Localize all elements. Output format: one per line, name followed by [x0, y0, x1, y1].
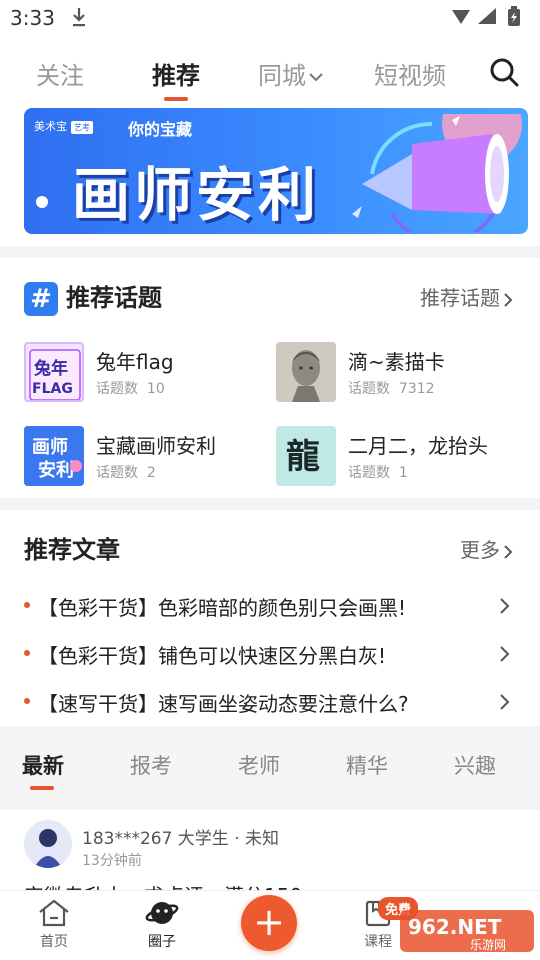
topic-thumb-graphic: 龍	[276, 426, 336, 486]
article-item[interactable]: 【速写干货】速写画坐姿动态要注意什么?	[24, 682, 516, 722]
topics-more-link[interactable]: 推荐话题	[420, 282, 516, 311]
topic-item[interactable]: 兔年 FLAG 兔年flag 话题数 10	[24, 342, 264, 404]
topic-count: 话题数 7312	[348, 381, 435, 397]
topic-thumbnail: 龍	[276, 426, 336, 486]
bottom-nav: 首页 圈子 + 课程 免费 962.NET 乐游网	[0, 890, 540, 960]
bullet-dot	[24, 650, 30, 656]
article-title: 【速写干货】速写画坐姿动态要注意什么?	[38, 692, 409, 716]
topic-count: 话题数 1	[348, 465, 408, 481]
tab-active-indicator	[30, 786, 54, 790]
section-divider	[0, 246, 540, 258]
banner-brand-tag: 艺考	[71, 120, 93, 134]
system-status-icons	[452, 6, 520, 26]
article-title: 【色彩干货】色彩暗部的颜色别只会画黑!	[38, 596, 407, 620]
topic-name: 二月二，龙抬头	[348, 434, 488, 458]
banner-brand: 美术宝 艺考	[34, 118, 93, 134]
topic-thumb-text: 龍	[286, 437, 320, 477]
topic-thumbnail: 兔年 FLAG	[24, 342, 84, 402]
avatar[interactable]	[24, 820, 72, 868]
tab-featured[interactable]: 精华	[346, 750, 388, 780]
chevron-right-icon	[500, 598, 510, 614]
tab-exam[interactable]: 报考	[130, 750, 172, 780]
topic-item[interactable]: 滴~素描卡 话题数 7312	[276, 342, 516, 404]
home-icon	[39, 899, 69, 927]
topic-thumb-text: FLAG	[32, 381, 73, 397]
banner-subtitle: 你的宝藏	[128, 120, 193, 139]
tab-active-indicator	[164, 97, 188, 101]
battery-icon	[508, 6, 520, 26]
article-item[interactable]: 【色彩干货】色彩暗部的颜色别只会画黑!	[24, 586, 516, 626]
bullet-dot	[24, 602, 30, 608]
avatar-image	[24, 820, 72, 868]
topic-thumb-text: 兔年	[33, 358, 68, 379]
topic-thumb-text: 画师	[32, 436, 68, 458]
topic-count: 话题数 10	[96, 381, 165, 397]
tab-latest[interactable]: 最新	[22, 750, 64, 790]
statue-image	[276, 342, 336, 402]
banner-dot	[36, 196, 48, 208]
articles-header: 推荐文章 更多	[24, 526, 516, 566]
hashtag-icon: #	[24, 282, 58, 316]
status-bar: 3:33	[0, 0, 540, 36]
topics-header: # 推荐话题 推荐话题	[24, 274, 516, 316]
signal-icon	[452, 10, 470, 24]
articles-more-link[interactable]: 更多	[460, 534, 516, 563]
article-title: 【色彩干货】铺色可以快速区分黑白灰!	[38, 644, 387, 668]
top-tabs: 关注 推荐 同城 短视频	[0, 48, 540, 101]
chevron-right-icon	[504, 292, 513, 307]
tab-teacher[interactable]: 老师	[238, 750, 280, 780]
topic-thumbnail	[276, 342, 336, 402]
svg-text:乐游网: 乐游网	[470, 938, 506, 952]
chevron-right-icon	[500, 646, 510, 662]
svg-text:962.NET: 962.NET	[408, 915, 502, 939]
topic-thumb-graphic: 兔年 FLAG	[29, 349, 81, 400]
topic-thumbnail: 画师 安利	[24, 426, 84, 486]
promo-banner[interactable]: 美术宝 艺考 你的宝藏 画师安利	[24, 108, 528, 234]
planet-icon	[145, 902, 179, 924]
chevron-down-icon	[309, 73, 323, 82]
tab-short-video[interactable]: 短视频	[374, 56, 446, 91]
post-user: 183***267 大学生 · 未知	[82, 829, 280, 849]
post-time: 13分钟前	[82, 853, 142, 869]
topic-name: 滴~素描卡	[348, 350, 445, 374]
nav-home-label: 首页	[40, 934, 68, 950]
articles-title: 推荐文章	[24, 536, 120, 564]
tab-interest[interactable]: 兴趣	[454, 750, 496, 780]
bullet-dot	[24, 698, 30, 704]
nav-home[interactable]: 首页	[24, 899, 84, 955]
cellular-icon	[478, 8, 496, 24]
topic-item[interactable]: 龍 二月二，龙抬头 话题数 1	[276, 426, 516, 488]
status-time: 3:33	[10, 6, 55, 30]
feed-tabs: 最新 报考 老师 精华 兴趣	[0, 726, 540, 810]
chevron-right-icon	[504, 544, 513, 559]
topic-item[interactable]: 画师 安利 宝藏画师安利 话题数 2	[24, 426, 264, 488]
banner-title: 画师安利	[72, 161, 321, 229]
section-divider	[0, 498, 540, 510]
topics-title: # 推荐话题	[24, 278, 162, 316]
tab-same-city[interactable]: 同城	[258, 56, 324, 91]
tab-follow[interactable]: 关注	[36, 56, 84, 91]
topic-name: 兔年flag	[96, 350, 174, 374]
topic-thumb-graphic: 画师 安利	[24, 426, 84, 486]
search-icon[interactable]	[488, 56, 520, 88]
download-icon	[73, 8, 85, 27]
nav-course-label: 课程	[364, 934, 392, 950]
nav-circle-label: 圈子	[148, 934, 176, 950]
create-post-button[interactable]: +	[241, 895, 297, 951]
post-card[interactable]: 183***267 大学生 · 未知 13分钟前 安徽专升本，求点评，满分150	[24, 820, 516, 908]
site-watermark-logo: 962.NET 乐游网	[400, 910, 534, 952]
topic-thumb-text: 安利	[38, 459, 74, 481]
topic-count: 话题数 2	[96, 465, 156, 481]
chevron-right-icon	[500, 694, 510, 710]
tab-recommend[interactable]: 推荐	[152, 56, 200, 101]
topic-name: 宝藏画师安利	[96, 434, 216, 458]
nav-circle[interactable]: 圈子	[132, 899, 192, 955]
article-item[interactable]: 【色彩干货】铺色可以快速区分黑白灰!	[24, 634, 516, 674]
megaphone-icon	[352, 114, 522, 232]
